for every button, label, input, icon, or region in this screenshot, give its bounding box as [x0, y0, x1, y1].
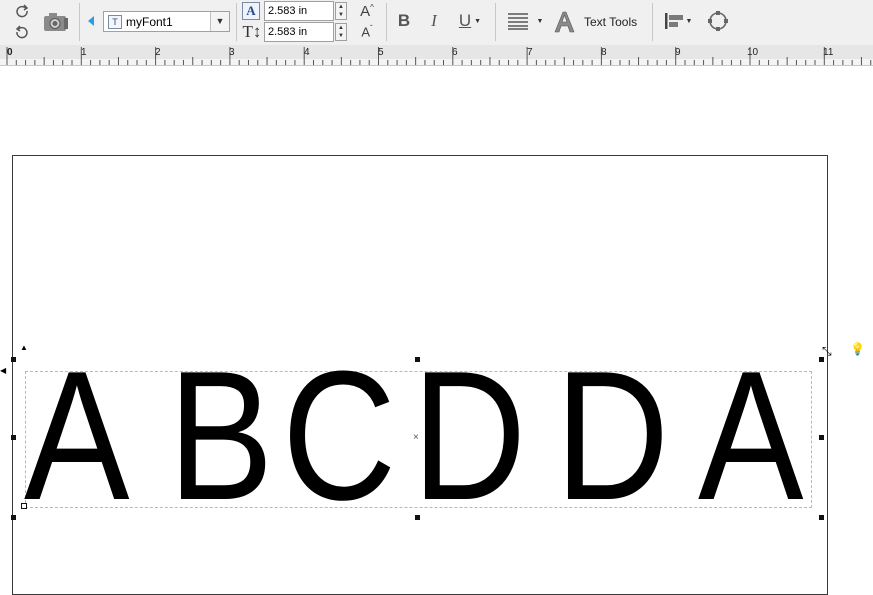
ruler-label: 11 [823, 47, 834, 58]
resize-handle-top-left[interactable] [11, 357, 16, 362]
rotate-counterclockwise-icon [15, 25, 28, 39]
width-icon: A [242, 2, 260, 20]
bold-button[interactable]: B [394, 10, 414, 32]
main-toolbar: T myFont1 ▼ A 2.583 in ▲ ▼ T↕ 2.583 in ▲ ▼… [0, 0, 873, 46]
height-icon: T↕ [242, 22, 262, 41]
resize-handle-bottom-right[interactable] [819, 515, 824, 520]
horizontal-ruler: 0 1 2 3 4 5 6 7 8 9 10 11 [0, 45, 873, 66]
shape-button[interactable] [706, 9, 730, 33]
height-spinner[interactable]: ▲ ▼ [335, 23, 347, 41]
chevron-down-icon: ▼ [536, 17, 544, 25]
resize-handle-middle-left[interactable] [11, 435, 16, 440]
toolbar-separator [236, 3, 237, 41]
camera-icon [44, 13, 68, 31]
text-object[interactable]: A B C D D A [20, 335, 820, 545]
ruler-label: 7 [527, 47, 533, 58]
font-decrease-icon: Aˇ [361, 24, 373, 40]
rotate-handle-icon[interactable]: ▲ [20, 343, 28, 352]
text-glyph: D [412, 332, 527, 538]
toolbar-separator [386, 3, 387, 41]
height-field[interactable]: 2.583 in [264, 22, 334, 42]
toolbar-separator [79, 3, 80, 41]
chevron-down-icon[interactable]: ▼ [210, 12, 229, 31]
text-tools-icon [554, 11, 575, 33]
ruler-label: 10 [747, 47, 759, 58]
italic-button[interactable]: I [424, 10, 444, 32]
font-increase-button[interactable]: A^ [356, 2, 378, 20]
font-type-icon: T [108, 15, 122, 29]
underline-label: U [458, 11, 472, 30]
underline-button[interactable]: U ▼ [455, 10, 485, 32]
font-select-value: myFont1 [126, 15, 173, 29]
ruler-label: 6 [452, 47, 458, 58]
resize-cursor-icon: ⤡ [822, 344, 832, 358]
toolbar-separator [652, 3, 653, 41]
ruler-ticks [6, 47, 872, 65]
text-glyph: C [282, 332, 397, 538]
font-select[interactable]: T myFont1 ▼ [103, 11, 230, 32]
ruler-label: 1 [81, 47, 87, 58]
text-glyph: A [24, 332, 130, 538]
baseline-handle[interactable] [21, 503, 27, 509]
ruler-label: 2 [155, 47, 161, 58]
arrange-icon [664, 13, 683, 29]
text-glyph: B [168, 332, 274, 538]
rotate-counterclockwise-button[interactable] [14, 24, 30, 40]
align-lines-icon [507, 13, 528, 30]
resize-handle-middle-right[interactable] [819, 435, 824, 440]
text-glyph: A [698, 332, 804, 538]
alignment-button[interactable]: ▼ [505, 10, 545, 32]
ruler-label: 0 [7, 47, 13, 58]
text-tools-label: Text Tools [584, 15, 638, 29]
rotate-clockwise-icon [16, 4, 29, 18]
camera-button[interactable] [42, 9, 70, 35]
chevron-down-icon: ▼ [474, 17, 482, 25]
arrange-button[interactable]: ▼ [662, 10, 694, 32]
resize-handle-bottom-center[interactable] [415, 515, 420, 520]
width-spinner[interactable]: ▲ ▼ [335, 2, 347, 20]
font-decrease-button[interactable]: Aˇ [356, 23, 378, 41]
ruler-label: 5 [378, 47, 384, 58]
text-glyph: D [555, 332, 670, 538]
ruler-label: 3 [229, 47, 235, 58]
toolbar-separator [495, 3, 496, 41]
ruler-label: 4 [304, 47, 310, 58]
center-marker-icon: × [413, 432, 419, 443]
lightbulb-icon[interactable]: 💡 [850, 342, 865, 356]
triangle-left-icon [88, 16, 94, 26]
font-panel-toggle[interactable] [86, 14, 96, 28]
ruler-label: 8 [601, 47, 607, 58]
rotate-clockwise-button[interactable] [14, 3, 30, 19]
chevron-down-icon: ▼ [685, 17, 693, 25]
shape-circle-icon [708, 11, 728, 31]
resize-handle-top-center[interactable] [415, 357, 420, 362]
ruler-label: 9 [675, 47, 681, 58]
text-tools-button[interactable]: Text Tools [553, 8, 643, 36]
left-arrow-icon: ◀ [0, 366, 7, 375]
font-increase-icon: A^ [360, 2, 374, 20]
resize-handle-bottom-left[interactable] [11, 515, 16, 520]
width-field[interactable]: 2.583 in [264, 1, 334, 21]
